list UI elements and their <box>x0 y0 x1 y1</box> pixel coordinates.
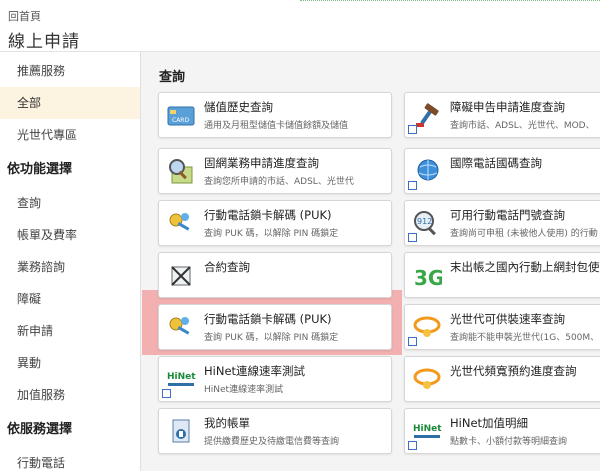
card-title: 儲值歷史查詢 <box>204 100 273 114</box>
header-decoration <box>300 0 600 6</box>
service-card-available-numbers[interactable]: 912 可用行動電話門號查詢 查詢尚可申租 (未被他人使用) 的行動 <box>404 200 600 246</box>
service-card-fiber-bandwidth-reservation[interactable]: 光世代頻寬預約進度查詢 <box>404 356 600 402</box>
keys-icon <box>169 317 190 335</box>
svg-text:912: 912 <box>417 217 432 226</box>
card-desc: 查詢 PUK 碼，以解除 PIN 碼鎖定 <box>204 333 339 343</box>
service-card-fiber-speed-availability[interactable]: 光世代可供裝速率查詢 查詢能不能申裝光世代(1G、500M、 <box>404 304 600 350</box>
sidebar-item-query[interactable]: 查詢 <box>0 187 140 219</box>
sidebar-group-by-function: 依功能選擇 <box>7 162 73 177</box>
service-card-hinet-value-added-details[interactable]: HiNet HiNet加值明細 點數卡、小額付款等明細查詢 <box>404 408 600 454</box>
service-card-hinet-speed-test[interactable]: HiNet HiNet連線速率測試 HiNet連線速率測試 <box>158 356 392 402</box>
service-card-international-code[interactable]: 國際電話國碼查詢 <box>404 148 600 194</box>
shortcut-arrow-icon <box>408 337 417 346</box>
card-title: 我的帳單 <box>204 416 250 430</box>
card-title: 行動電話鎖卡解碼 (PUK) <box>204 312 332 326</box>
sidebar: 推薦服務 全部 光世代專區 依功能選擇 查詢 帳單及費率 業務諮詢 障礙 新申請… <box>0 52 141 471</box>
shortcut-arrow-icon <box>408 441 417 450</box>
shortcut-arrow-icon <box>408 125 417 134</box>
card-desc: 提供繳費歷史及待繳電信費等查詢 <box>204 437 340 447</box>
contract-icon <box>171 266 191 286</box>
fiber-icon <box>413 368 441 389</box>
service-card-my-bill[interactable]: 我的帳單 提供繳費歷史及待繳電信費等查詢 <box>158 408 392 454</box>
page-title: 線上申請 <box>8 32 80 52</box>
magnifier-icon <box>169 159 193 184</box>
shortcut-arrow-icon <box>408 181 417 190</box>
card-title: 末出帳之國內行動上網封包使用 <box>450 260 600 274</box>
sidebar-item-fault[interactable]: 障礙 <box>0 283 140 315</box>
card-desc: HiNet連線速率測試 <box>204 385 284 395</box>
card-title: HiNet加值明細 <box>450 416 529 430</box>
service-card-stored-value-history[interactable]: CARD 儲值歷史查詢 通用及月租型儲值卡儲值餘額及儲值 <box>158 92 392 138</box>
svg-text:CARD: CARD <box>172 117 189 124</box>
service-card-mobile-data-usage[interactable]: 3G 末出帳之國內行動上網封包使用 <box>404 252 600 298</box>
service-card-puk-unlock[interactable]: 行動電話鎖卡解碼 (PUK) 查詢 PUK 碼，以解除 PIN 碼鎖定 <box>158 200 392 246</box>
3g-icon: 3G <box>414 266 442 290</box>
sidebar-item-mobile[interactable]: 行動電話 <box>0 447 140 471</box>
svg-text:HiNet: HiNet <box>413 424 442 434</box>
section-title: 查詢 <box>159 70 186 85</box>
card-desc: 查詢市話、ADSL、光世代、MOD、 <box>450 121 595 131</box>
card-title: 固網業務申請進度查詢 <box>204 156 319 170</box>
keys-icon <box>169 213 190 231</box>
top-bar: 回首頁 線上申請 <box>0 0 600 52</box>
card-icon: CARD <box>167 106 195 126</box>
card-title: 國際電話國碼查詢 <box>450 156 542 170</box>
svg-text:3G: 3G <box>414 266 442 290</box>
sidebar-item-billing[interactable]: 帳單及費率 <box>0 219 140 251</box>
shortcut-arrow-icon <box>162 389 171 398</box>
card-desc: 查詢 PUK 碼，以解除 PIN 碼鎖定 <box>204 229 339 239</box>
service-card-puk-unlock-2[interactable]: 行動電話鎖卡解碼 (PUK) 查詢 PUK 碼，以解除 PIN 碼鎖定 <box>158 304 392 350</box>
card-desc: 查詢能不能申裝光世代(1G、500M、 <box>450 333 600 343</box>
back-home-link[interactable]: 回首頁 <box>8 8 41 24</box>
service-card-fixed-network-progress[interactable]: 固網業務申請進度查詢 查詢您所申請的市話、ADSL、光世代 <box>158 148 392 194</box>
card-title: 可用行動電話門號查詢 <box>450 208 565 222</box>
card-title: 行動電話鎖卡解碼 (PUK) <box>204 208 332 222</box>
bill-icon <box>172 419 190 443</box>
sidebar-item-recommended[interactable]: 推薦服務 <box>0 55 140 87</box>
sidebar-item-all[interactable]: 全部 <box>0 87 140 119</box>
card-title: 合約查詢 <box>204 260 250 274</box>
svg-text:HiNet: HiNet <box>167 372 196 382</box>
sidebar-item-new-application[interactable]: 新申請 <box>0 315 140 347</box>
sidebar-item-change[interactable]: 異動 <box>0 347 140 379</box>
service-card-contract-query[interactable]: 合約查詢 <box>158 252 392 298</box>
card-title: 光世代頻寬預約進度查詢 <box>450 364 577 378</box>
card-desc: 查詢尚可申租 (未被他人使用) 的行動 <box>450 229 598 239</box>
shortcut-arrow-icon <box>408 233 417 242</box>
service-card-fault-report-progress[interactable]: 障礙申告申請進度查詢 查詢市話、ADSL、光世代、MOD、 <box>404 92 600 138</box>
card-title: 障礙申告申請進度查詢 <box>450 100 565 114</box>
card-desc: 通用及月租型儲值卡儲值餘額及儲值 <box>204 121 349 131</box>
sidebar-item-value-added[interactable]: 加值服務 <box>0 379 140 411</box>
sidebar-item-consulting[interactable]: 業務諮詢 <box>0 251 140 283</box>
card-title: 光世代可供裝速率查詢 <box>450 312 565 326</box>
sidebar-item-fiber-zone[interactable]: 光世代專區 <box>0 119 140 151</box>
card-desc: 查詢您所申請的市話、ADSL、光世代 <box>204 177 354 187</box>
card-title: HiNet連線速率測試 <box>204 364 306 378</box>
sidebar-group-by-service: 依服務選擇 <box>7 422 73 437</box>
card-desc: 點數卡、小額付款等明細查詢 <box>450 437 568 447</box>
main-content: 查詢 CARD 儲值歷史查詢 通用及月租型儲值卡儲值餘額及儲值 障礙申告申請進度… <box>142 52 600 471</box>
